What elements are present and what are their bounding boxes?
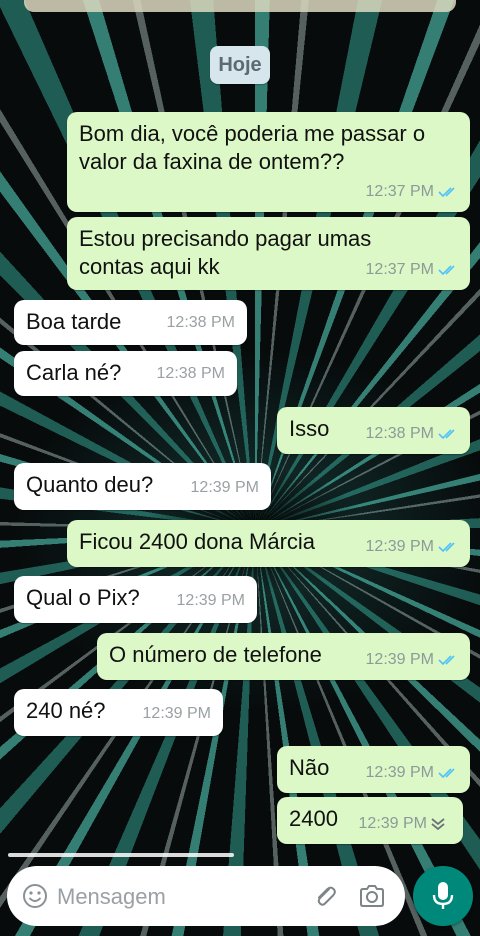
message-outgoing[interactable]: 2400 12:39 PM	[277, 797, 463, 844]
message-incoming[interactable]: Qual o Pix? 12:39 PM	[14, 576, 257, 623]
message-time: 12:38 PM	[166, 314, 235, 331]
message-text: Estou precisando pagar umas contas aqui …	[79, 226, 372, 279]
message-incoming[interactable]: Carla né? 12:38 PM	[14, 351, 237, 396]
message-time: 12:38 PM	[365, 425, 434, 442]
message-time: 12:39 PM	[365, 538, 434, 555]
double-check-icon	[438, 264, 460, 276]
message-outgoing[interactable]: Estou precisando pagar umas contas aqui …	[67, 217, 470, 290]
message-outgoing[interactable]: Bom dia, você poderia me passar o valor …	[67, 112, 470, 212]
camera-icon[interactable]	[357, 881, 387, 911]
message-time: 12:39 PM	[176, 592, 245, 609]
partial-message-edge	[8, 853, 234, 857]
message-incoming[interactable]: Quanto deu? 12:39 PM	[14, 463, 271, 510]
message-time: 12:39 PM	[365, 764, 434, 781]
double-check-icon	[438, 541, 460, 553]
message-time: 12:37 PM	[365, 183, 434, 200]
message-text: Bom dia, você poderia me passar o valor …	[79, 121, 426, 174]
message-outgoing[interactable]: Ficou 2400 dona Márcia 12:39 PM	[67, 520, 470, 567]
chevron-down-icon[interactable]	[425, 814, 451, 834]
double-check-icon	[438, 654, 460, 666]
message-time: 12:38 PM	[156, 365, 225, 382]
top-bar-edge	[24, 0, 456, 12]
message-outgoing[interactable]: Não 12:39 PM	[277, 746, 470, 793]
paperclip-icon[interactable]	[311, 882, 339, 910]
message-composer	[7, 866, 405, 926]
date-divider: Hoje	[210, 46, 270, 84]
double-check-icon	[438, 428, 460, 440]
microphone-icon[interactable]	[413, 866, 473, 926]
message-incoming[interactable]: Boa tarde 12:38 PM	[14, 300, 247, 345]
message-incoming[interactable]: 240 né? 12:39 PM	[14, 689, 223, 736]
double-check-icon	[438, 186, 460, 198]
message-time: 12:39 PM	[142, 705, 211, 722]
emoji-icon[interactable]	[21, 882, 49, 910]
message-time: 12:37 PM	[365, 261, 434, 278]
message-time: 12:39 PM	[190, 479, 259, 496]
message-outgoing[interactable]: O número de telefone 12:39 PM	[97, 633, 470, 680]
message-time: 12:39 PM	[358, 815, 427, 832]
message-time: 12:39 PM	[365, 651, 434, 668]
message-input[interactable]	[55, 880, 299, 914]
double-check-icon	[438, 767, 460, 779]
message-outgoing[interactable]: Isso 12:38 PM	[277, 407, 470, 454]
